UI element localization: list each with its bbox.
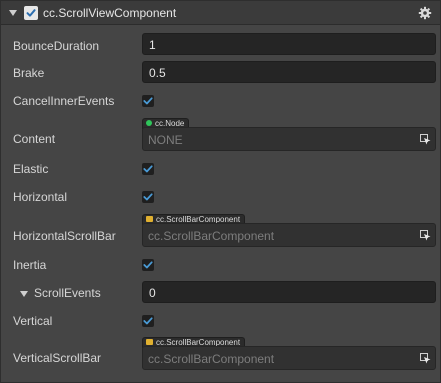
horizontal-scroll-bar-label: HorizontalScrollBar (13, 229, 116, 243)
horizontal-scroll-bar-placeholder: cc.ScrollBarComponent (148, 229, 275, 243)
bounce-duration-input[interactable]: 1 (142, 33, 436, 55)
select-target-icon[interactable] (420, 230, 431, 241)
component-enabled-checkbox[interactable] (24, 6, 38, 20)
cancel-inner-events-checkbox[interactable] (142, 95, 154, 107)
collapse-arrow-icon[interactable] (9, 10, 17, 16)
scroll-events-size-input[interactable]: 0 (142, 281, 436, 303)
scroll-events-expand-icon[interactable] (20, 291, 28, 297)
checkmark-icon (143, 193, 153, 201)
cancel-inner-events-label: CancelInnerEvents (13, 94, 115, 108)
content-label: Content (13, 132, 56, 146)
brake-input[interactable]: 0.5 (142, 61, 436, 83)
vertical-scroll-bar-field[interactable]: cc.ScrollBarComponent (142, 346, 436, 370)
node-icon (146, 120, 152, 126)
content-object-field[interactable]: NONE (142, 127, 436, 151)
checkmark-icon (143, 165, 153, 173)
select-target-icon[interactable] (420, 134, 431, 145)
elastic-label: Elastic (13, 162, 49, 176)
horizontal-label: Horizontal (13, 190, 68, 204)
gear-icon[interactable] (418, 6, 432, 20)
brake-label: Brake (13, 66, 45, 80)
component-icon (146, 339, 153, 345)
vertical-checkbox[interactable] (142, 315, 154, 327)
horizontal-scroll-bar-field[interactable]: cc.ScrollBarComponent (142, 223, 436, 247)
scroll-events-label: ScrollEvents (34, 286, 101, 300)
checkmark-icon (143, 261, 153, 269)
bounce-duration-label: BounceDuration (13, 39, 100, 53)
inertia-checkbox[interactable] (142, 259, 154, 271)
checkmark-icon (143, 317, 153, 325)
vertical-scroll-bar-placeholder: cc.ScrollBarComponent (148, 352, 275, 366)
component-title: cc.ScrollViewComponent (43, 6, 177, 20)
elastic-checkbox[interactable] (142, 163, 154, 175)
horizontal-checkbox[interactable] (142, 191, 154, 203)
content-value: NONE (148, 133, 183, 147)
component-icon (146, 216, 153, 222)
checkmark-icon (26, 9, 36, 17)
vertical-label: Vertical (13, 314, 53, 328)
scroll-view-component-panel: cc.ScrollViewComponent BounceDuration 1 … (0, 0, 441, 383)
checkmark-icon (143, 97, 153, 105)
component-header[interactable]: cc.ScrollViewComponent (1, 1, 440, 25)
select-target-icon[interactable] (420, 353, 431, 364)
vertical-scroll-bar-label: VerticalScrollBar (13, 351, 102, 365)
inertia-label: Inertia (13, 258, 47, 272)
